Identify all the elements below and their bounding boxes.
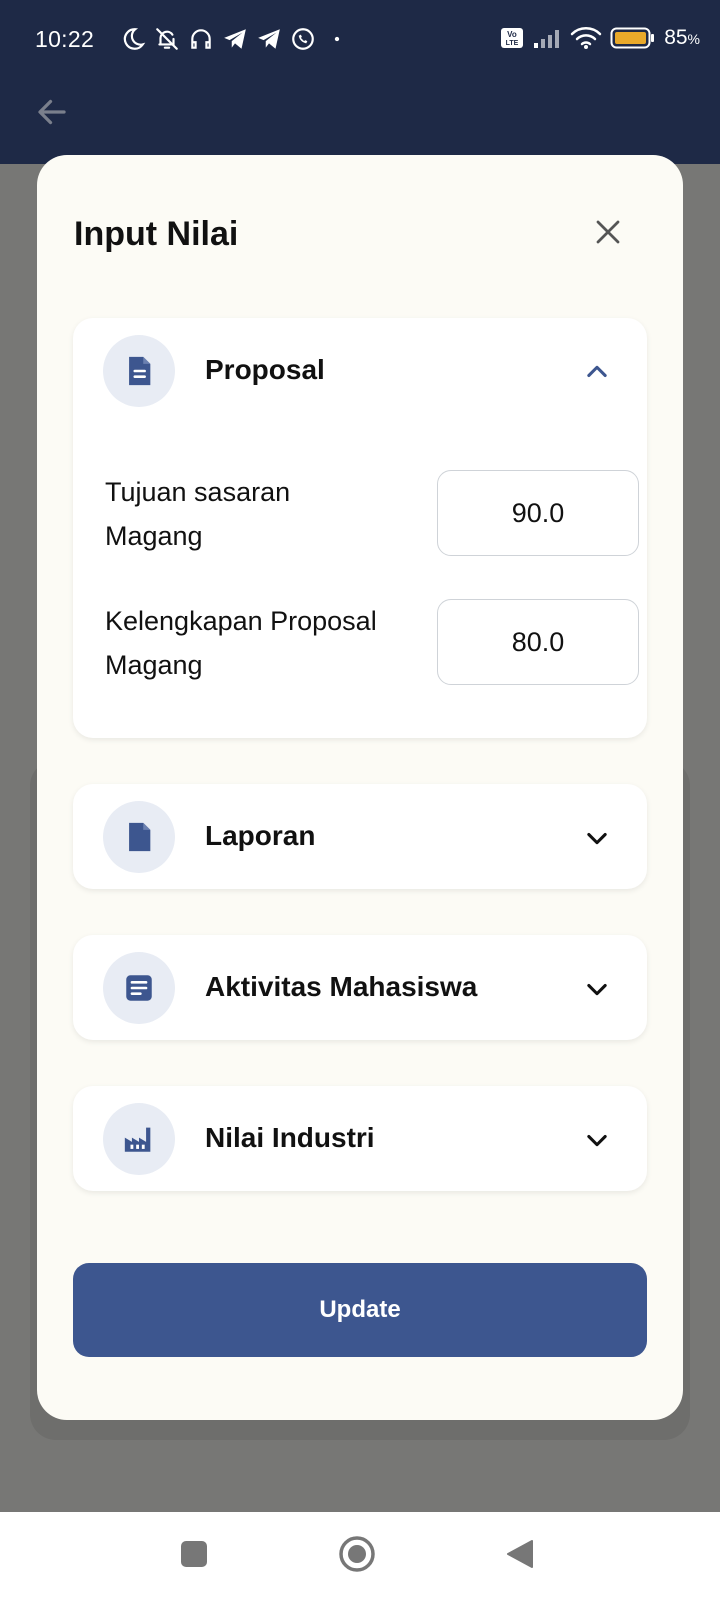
back-button[interactable] — [498, 1532, 542, 1576]
moon-icon — [123, 28, 146, 50]
section-icon-circle — [103, 801, 175, 873]
back-triangle-icon — [507, 1540, 533, 1568]
dot-icon — [334, 36, 340, 42]
section-nilai-industri-header[interactable]: Nilai Industri — [73, 1086, 647, 1192]
status-bar: 10:22 Vo LTE 85% — [0, 0, 720, 82]
field-label: Kelengkapan Proposal Magang — [105, 606, 377, 680]
section-aktivitas[interactable]: Aktivitas Mahasiswa — [73, 935, 647, 1040]
chevron-down-icon[interactable] — [583, 824, 611, 852]
tujuan-sasaran-input[interactable] — [437, 470, 639, 556]
whatsapp-icon — [292, 28, 314, 50]
factory-icon — [124, 1127, 151, 1152]
section-icon-circle — [103, 952, 175, 1024]
home-circle-icon — [339, 1536, 375, 1572]
recents-button[interactable] — [172, 1532, 216, 1576]
bell-off-icon — [156, 28, 178, 50]
notification-icons — [120, 26, 350, 52]
article-icon — [126, 975, 152, 1001]
section-icon-circle — [103, 335, 175, 407]
chevron-down-icon[interactable] — [583, 1126, 611, 1154]
wifi-icon — [570, 27, 602, 49]
system-nav-bar — [0, 1512, 720, 1600]
status-time: 10:22 — [35, 26, 95, 52]
section-nilai-industri[interactable]: Nilai Industri — [73, 1086, 647, 1191]
section-label: Nilai Industri — [205, 1122, 375, 1153]
document-lines-icon — [129, 356, 151, 386]
section-label: Aktivitas Mahasiswa — [205, 971, 478, 1002]
kelengkapan-proposal-input[interactable] — [437, 599, 639, 685]
section-label: Laporan — [205, 820, 316, 851]
section-laporan-header[interactable]: Laporan — [73, 784, 647, 890]
chevron-down-icon[interactable] — [583, 975, 611, 1003]
telegram-icon — [224, 29, 246, 49]
section-laporan[interactable]: Laporan — [73, 784, 647, 889]
svg-text:Vo: Vo — [507, 30, 517, 39]
arrow-left-icon[interactable] — [34, 94, 70, 130]
headphones-icon — [191, 29, 211, 49]
close-icon[interactable] — [593, 217, 623, 247]
field-label: Tujuan sasaran Magang — [105, 477, 291, 551]
battery-percent: 85% — [664, 26, 700, 49]
svg-text:LTE: LTE — [506, 40, 519, 47]
telegram-icon — [258, 29, 280, 49]
square-icon — [181, 1541, 207, 1567]
chevron-up-icon[interactable] — [583, 358, 611, 386]
section-label: Proposal — [205, 354, 325, 385]
home-button[interactable] — [335, 1532, 379, 1576]
update-button[interactable]: Update — [73, 1263, 647, 1357]
signal-icon — [534, 30, 560, 48]
battery-icon — [610, 27, 655, 49]
app-bar — [0, 82, 720, 164]
dialog-title: Input Nilai — [74, 215, 239, 253]
document-icon — [129, 822, 151, 852]
section-proposal-header[interactable]: Proposal — [73, 318, 647, 424]
section-icon-circle — [103, 1103, 175, 1175]
system-status-icons: Vo LTE 85% — [500, 26, 700, 50]
input-nilai-dialog: Input Nilai Proposal Tujuan sasaran Maga… — [37, 155, 683, 1420]
section-proposal: Proposal Tujuan sasaran Magang Kelengkap… — [73, 318, 647, 738]
section-aktivitas-header[interactable]: Aktivitas Mahasiswa — [73, 935, 647, 1041]
volte-icon: VoLTE — [501, 28, 524, 48]
